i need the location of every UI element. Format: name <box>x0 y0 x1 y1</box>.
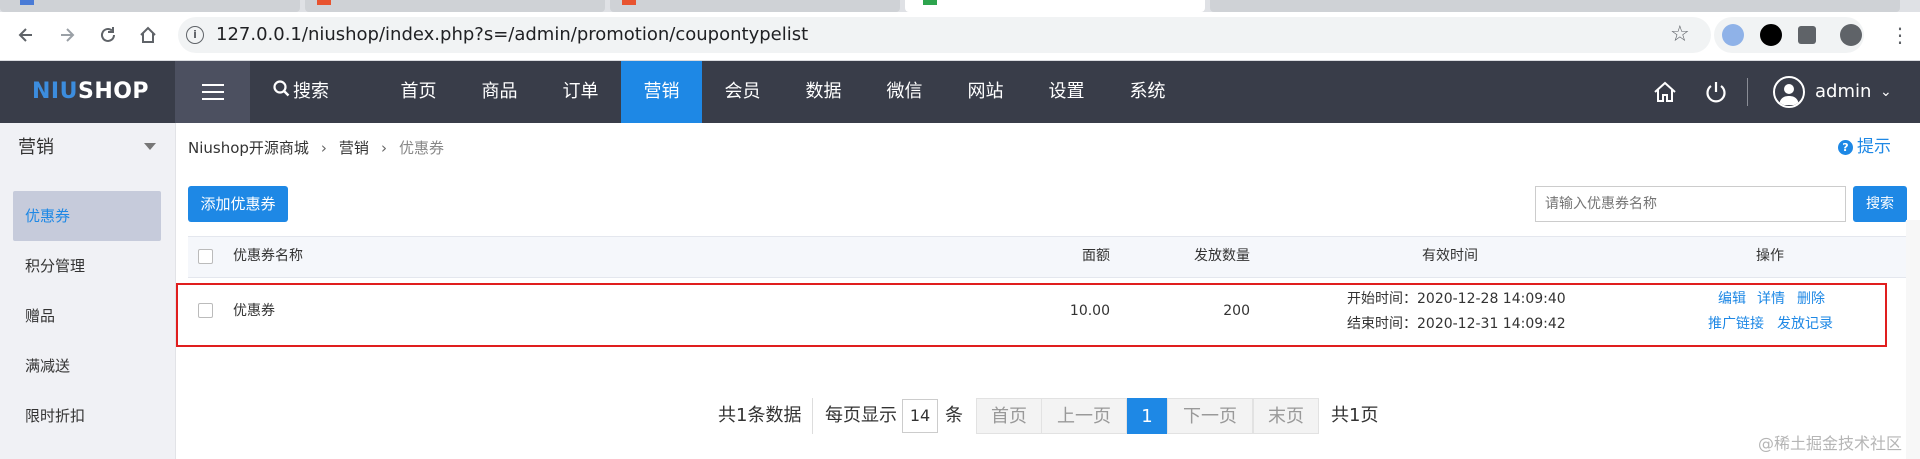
home-icon[interactable] <box>136 23 160 47</box>
header-search[interactable]: 搜索 <box>273 61 329 123</box>
sidebar-item-full-reduction[interactable]: 满减送 <box>13 341 161 391</box>
search-button[interactable]: 搜索 <box>1853 186 1907 222</box>
nav-item-members[interactable]: 会员 <box>702 61 783 123</box>
column-header-amount: 面额 <box>1082 248 1110 264</box>
prev-page-button[interactable]: 上一页 <box>1041 398 1127 434</box>
nav-item-data[interactable]: 数据 <box>783 61 864 123</box>
browser-tab[interactable] <box>0 0 300 12</box>
caret-down-icon[interactable] <box>144 143 156 150</box>
tab-favicon <box>923 0 937 5</box>
menu-toggle-button[interactable] <box>175 61 250 123</box>
header-divider <box>1747 78 1748 106</box>
coupon-amount: 10.00 <box>1069 303 1110 319</box>
pagination-divider <box>812 398 813 434</box>
main-nav: 首页 商品 订单 营销 会员 数据 微信 网站 设置 系统 <box>378 61 1188 123</box>
table-row-highlight <box>176 283 1887 347</box>
nav-item-wechat[interactable]: 微信 <box>864 61 945 123</box>
nav-item-settings[interactable]: 设置 <box>1026 61 1107 123</box>
breadcrumb-item[interactable]: Niushop开源商城 <box>188 139 309 157</box>
nav-item-system[interactable]: 系统 <box>1107 61 1188 123</box>
first-page-button[interactable]: 首页 <box>976 398 1042 434</box>
select-all-checkbox[interactable] <box>198 249 213 264</box>
nav-item-website[interactable]: 网站 <box>945 61 1026 123</box>
scrollbar[interactable] <box>1906 220 1920 459</box>
logo-part1: NIU <box>32 79 78 104</box>
hint-link[interactable]: ? 提示 <box>1838 134 1891 160</box>
sidebar-item-coupons[interactable]: 优惠券 <box>13 191 161 241</box>
per-page-input[interactable]: 14 <box>902 399 938 433</box>
detail-link[interactable]: 详情 <box>1757 289 1785 309</box>
column-header-quantity: 发放数量 <box>1194 248 1250 264</box>
column-header-actions: 操作 <box>1756 248 1784 264</box>
more-icon[interactable]: ⋮ <box>1890 20 1910 50</box>
extension-icon[interactable] <box>1760 24 1782 46</box>
tab-favicon <box>622 0 636 5</box>
nav-item-marketing[interactable]: 营销 <box>621 61 702 123</box>
header-search-label: 搜索 <box>293 81 329 102</box>
back-icon[interactable] <box>14 23 38 47</box>
search-icon <box>273 61 290 123</box>
breadcrumb-current: 优惠券 <box>398 139 444 157</box>
avatar[interactable] <box>1773 76 1805 108</box>
sidebar-item-gifts[interactable]: 赠品 <box>13 291 161 341</box>
per-page-unit: 条 <box>945 405 963 426</box>
forward-icon[interactable] <box>55 23 79 47</box>
breadcrumb-item[interactable]: 营销 <box>339 139 369 157</box>
user-icon[interactable] <box>1840 24 1862 46</box>
coupon-quantity: 200 <box>1223 303 1250 319</box>
page-1-button[interactable]: 1 <box>1127 398 1167 434</box>
hamburger-icon <box>201 84 224 100</box>
user-name[interactable]: admin <box>1815 61 1871 123</box>
table-header <box>188 236 1907 278</box>
chevron-right-icon: › <box>380 139 387 157</box>
hint-label: 提示 <box>1857 137 1891 157</box>
next-page-button[interactable]: 下一页 <box>1167 398 1253 434</box>
coupon-start-time: 开始时间：2020-12-28 14:09:40 <box>1347 291 1566 307</box>
reload-icon[interactable] <box>96 23 120 47</box>
chevron-down-icon[interactable]: ⌄ <box>1880 61 1892 123</box>
address-url[interactable]: 127.0.0.1/niushop/index.php?s=/admin/pro… <box>216 17 808 53</box>
column-header-name: 优惠券名称 <box>233 248 303 264</box>
pagination-total: 共1条数据 <box>718 405 802 426</box>
nav-item-goods[interactable]: 商品 <box>459 61 540 123</box>
sidebar-title[interactable]: 营销 <box>18 132 54 164</box>
sidebar-item-points[interactable]: 积分管理 <box>13 241 161 291</box>
edit-link[interactable]: 编辑 <box>1718 289 1746 309</box>
watermark: @稀土掘金技术社区 <box>1758 434 1903 453</box>
info-icon[interactable]: i <box>186 26 204 44</box>
nav-item-home[interactable]: 首页 <box>378 61 459 123</box>
coupon-end-time: 结束时间：2020-12-31 14:09:42 <box>1347 316 1566 332</box>
browser-tab[interactable] <box>610 0 900 12</box>
nav-item-orders[interactable]: 订单 <box>540 61 621 123</box>
column-header-valid-time: 有效时间 <box>1422 248 1478 264</box>
home-icon[interactable] <box>1652 61 1678 123</box>
sidebar-item-flash-discount[interactable]: 限时折扣 <box>13 391 161 441</box>
logo[interactable]: NIUSHOP <box>32 61 149 123</box>
pagination-pages: 共1页 <box>1331 405 1379 426</box>
last-page-button[interactable]: 末页 <box>1253 398 1319 434</box>
add-coupon-button[interactable]: 添加优惠券 <box>188 186 288 222</box>
logo-part2: SHOP <box>77 79 150 104</box>
browser-tab[interactable] <box>305 0 605 12</box>
extension-icon[interactable] <box>1798 26 1816 44</box>
issue-record-link[interactable]: 发放记录 <box>1777 314 1833 334</box>
chevron-right-icon: › <box>320 139 327 157</box>
power-icon[interactable] <box>1703 61 1729 123</box>
browser-tab[interactable] <box>1210 0 1900 12</box>
row-checkbox[interactable] <box>198 303 213 318</box>
star-icon[interactable]: ☆ <box>1670 22 1690 48</box>
coupon-search-input[interactable] <box>1535 186 1846 222</box>
per-page-label: 每页显示 <box>825 405 897 426</box>
tab-favicon <box>317 0 331 5</box>
question-icon: ? <box>1838 139 1853 155</box>
coupon-name: 优惠券 <box>233 303 275 319</box>
delete-link[interactable]: 删除 <box>1797 289 1825 309</box>
promotion-link[interactable]: 推广链接 <box>1708 314 1764 334</box>
breadcrumb: Niushop开源商城 › 营销 › 优惠券 <box>188 136 444 160</box>
tab-favicon <box>20 0 34 5</box>
extension-icon[interactable] <box>1722 24 1744 46</box>
browser-tab-active[interactable] <box>905 0 1205 12</box>
